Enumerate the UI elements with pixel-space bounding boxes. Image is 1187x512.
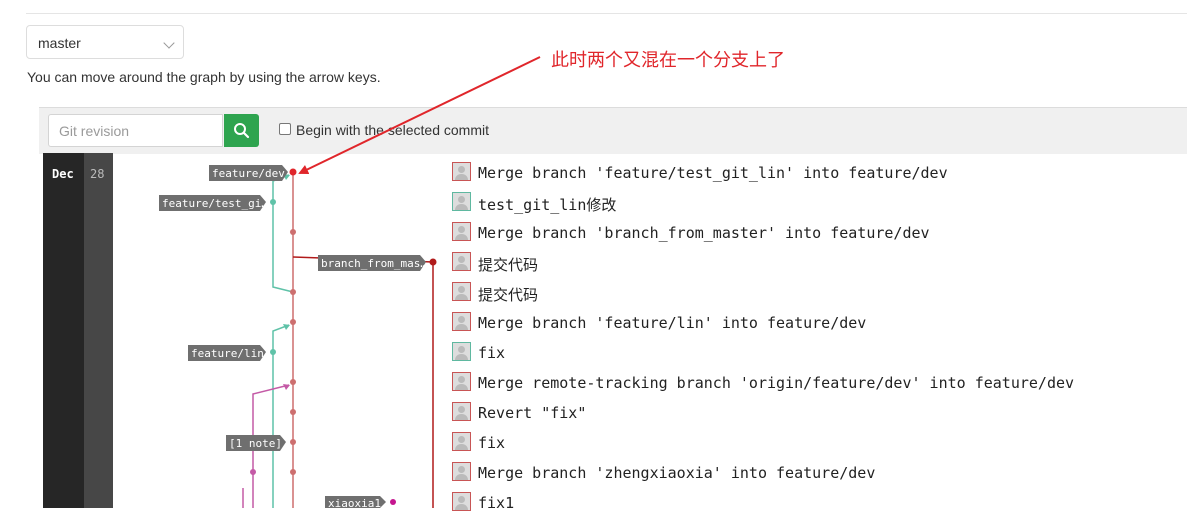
avatar-icon (452, 402, 471, 421)
commit-row-message[interactable]: Merge branch 'branch_from_master' into f… (478, 224, 930, 242)
commit-row-message[interactable]: Revert "fix" (478, 404, 586, 422)
commit-row-message[interactable]: Merge remote-tracking branch 'origin/fea… (478, 374, 1074, 392)
graph-node-xiaoxia1[interactable] (390, 499, 396, 505)
graph-line-branch-from-master (292, 256, 434, 508)
avatar-icon (452, 192, 471, 211)
commit-row-message[interactable]: fix1 (478, 494, 514, 512)
commit-graph[interactable]: feature/dev feature/test_gi… branch_from… (0, 0, 1187, 508)
commit-row-message[interactable]: Merge branch 'zhengxiaoxia' into feature… (478, 464, 875, 482)
avatar-icon (452, 372, 471, 391)
ref-tag-note[interactable]: [1 note] (226, 435, 286, 451)
graph-node-pink[interactable] (250, 469, 256, 475)
commit-row-message[interactable]: fix (478, 434, 505, 452)
ref-tag-note-label: [1 note] (229, 437, 282, 450)
commit-row-message[interactable]: fix (478, 344, 505, 362)
ref-tag-feature-test-gi-label: feature/test_gi… (162, 197, 268, 210)
graph-arrowheads (283, 174, 290, 390)
commit-row-message[interactable]: Merge branch 'feature/lin' into feature/… (478, 314, 866, 332)
commit-row-message[interactable]: 提交代码 (478, 254, 538, 275)
avatar-icon (452, 462, 471, 481)
ref-tag-branch-from-master-label: branch_from_mas… (321, 257, 427, 270)
avatar-icon (452, 252, 471, 271)
avatar-icon (452, 282, 471, 301)
ref-tag-feature-dev-label: feature/dev (212, 167, 285, 180)
ref-tag-feature-lin[interactable]: feature/lin (188, 345, 266, 361)
commit-row-message[interactable]: 提交代码 (478, 284, 538, 305)
ref-tag-xiaoxia1-label: xiaoxia1 (328, 497, 381, 508)
annotation-arrow (298, 56, 541, 175)
graph-node-test-git-lin[interactable] (270, 199, 276, 205)
avatar-icon (452, 492, 471, 511)
avatar-icon (452, 312, 471, 331)
ref-tag-feature-test-gi[interactable]: feature/test_gi… (159, 195, 268, 211)
graph-node-branch-from-master[interactable] (429, 258, 437, 266)
avatar-icon (452, 342, 471, 361)
ref-tag-xiaoxia1[interactable]: xiaoxia1 (325, 496, 386, 508)
graph-line-test-git-lin (272, 202, 294, 293)
ref-tag-branch-from-master[interactable]: branch_from_mas… (318, 255, 427, 271)
avatar-icon (452, 162, 471, 181)
commit-row-message[interactable]: test_git_lin修改 (478, 194, 616, 215)
ref-tag-feature-dev[interactable]: feature/dev (209, 165, 288, 181)
ref-tag-feature-lin-label: feature/lin (191, 347, 264, 360)
commit-row-message[interactable]: Merge branch 'feature/test_git_lin' into… (478, 164, 948, 182)
avatar-icon (452, 432, 471, 451)
avatar-icon (452, 222, 471, 241)
graph-node-feature-lin[interactable] (270, 349, 276, 355)
